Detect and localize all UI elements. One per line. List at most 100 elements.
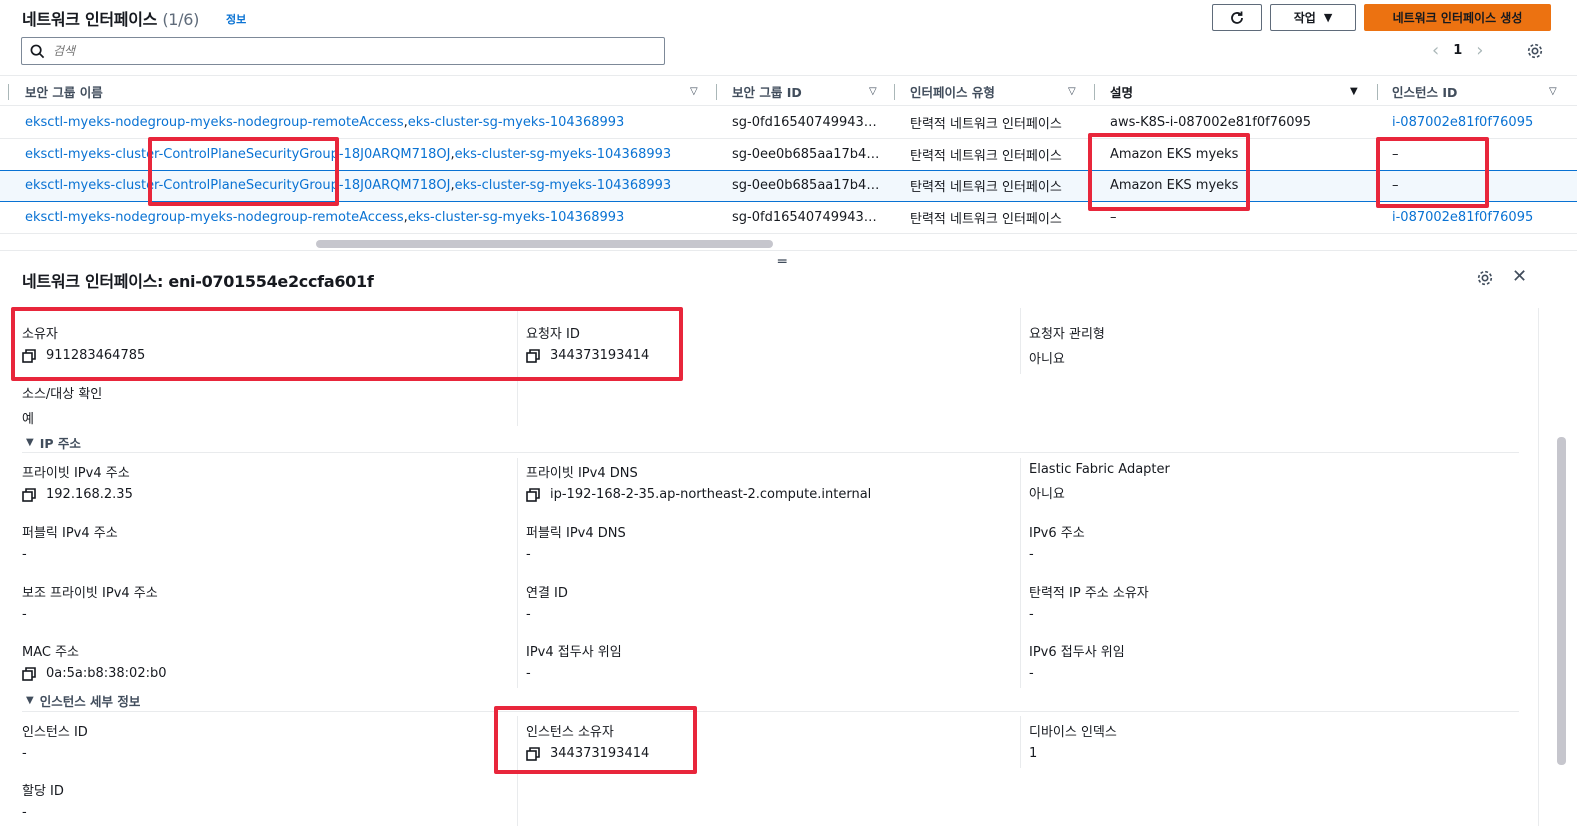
security-group-link[interactable]: eksctl-myeks-nodegroup-myeks-nodegroup-r…: [25, 210, 404, 225]
copy-icon[interactable]: [22, 487, 36, 502]
column-divider[interactable]: [894, 84, 895, 100]
field-label: 연결 ID: [526, 586, 568, 601]
gear-icon: [1527, 43, 1543, 59]
copy-icon[interactable]: [22, 666, 36, 681]
column-divider[interactable]: [1377, 84, 1378, 100]
security-group-id-cell: sg-0ee0b685aa17b4…: [732, 147, 880, 162]
page-number[interactable]: 1: [1453, 43, 1462, 58]
field-label: IPv4 접두사 위임: [526, 645, 622, 660]
column-divider[interactable]: [1094, 84, 1095, 100]
table-row[interactable]: eksctl-myeks-nodegroup-myeks-nodegroup-r…: [0, 107, 1577, 139]
security-group-names-cell: eksctl-myeks-nodegroup-myeks-nodegroup-r…: [25, 202, 624, 233]
source-dest-check-field: 소스/대상 확인 예: [22, 383, 102, 427]
security-group-link[interactable]: eks-cluster-sg-myeks-104368993: [455, 147, 672, 162]
field-label: 프라이빗 IPv4 DNS: [526, 466, 638, 481]
field-value: 192.168.2.35: [22, 487, 133, 502]
search-input[interactable]: [53, 44, 643, 58]
refresh-button[interactable]: [1212, 4, 1262, 31]
column-divider: [1020, 716, 1021, 768]
column-header-security-group-id[interactable]: 보안 그룹 ID ▽: [732, 76, 882, 106]
elastic-ip-owner-field: 탄력적 IP 주소 소유자 -: [1029, 582, 1149, 622]
field-value: 아니요: [1029, 487, 1065, 502]
field-value: -: [1029, 666, 1034, 681]
column-header-interface-type[interactable]: 인터페이스 유형 ▽: [910, 76, 1082, 106]
field-value: -: [1029, 547, 1034, 562]
ip-address-section-toggle[interactable]: ▼ IP 주소: [26, 433, 81, 452]
field-label: 요청자 관리형: [1029, 327, 1105, 342]
field-value: -: [526, 666, 531, 681]
instance-id-link[interactable]: i-087002e81f0f76095: [1392, 107, 1533, 138]
section-divider: [22, 711, 1519, 712]
vertical-scrollbar[interactable]: [1557, 437, 1566, 765]
horizontal-scrollbar[interactable]: [316, 240, 773, 248]
private-ipv4-field: 프라이빗 IPv4 주소 192.168.2.35: [22, 462, 133, 502]
pagination: ‹ 1 ›: [1432, 40, 1483, 61]
field-value: 예: [22, 412, 34, 427]
security-group-link[interactable]: eks-cluster-sg-myeks-104368993: [455, 178, 672, 193]
column-divider: [1020, 458, 1021, 688]
close-icon[interactable]: ✕: [1512, 266, 1527, 287]
ipv4-prefix-delegation-field: IPv4 접두사 위임 -: [526, 641, 622, 681]
highlight-box-owner-requester: [11, 307, 683, 381]
security-group-id-cell: sg-0fd16540749943…: [732, 115, 877, 130]
network-interfaces-table-panel: 네트워크 인터페이스 (1/6) 정보 작업 ▼ 네트워크 인터페이스 생성 ‹…: [0, 0, 1577, 250]
info-link[interactable]: 정보: [226, 11, 246, 27]
field-value: ip-192-168-2-35.ap-northeast-2.compute.i…: [526, 487, 871, 502]
device-index-field: 디바이스 인덱스 1: [1029, 721, 1117, 761]
security-group-link[interactable]: eks-cluster-sg-myeks-104368993: [408, 210, 625, 225]
column-divider: [1020, 308, 1021, 374]
column-header-instance-id[interactable]: 인스턴스 ID ▽: [1392, 76, 1562, 106]
table-preferences-button[interactable]: [1526, 42, 1544, 64]
highlight-box-instance-id: [1376, 137, 1489, 208]
sort-icon: ▽: [1068, 85, 1076, 97]
triangle-down-icon: ▼: [26, 437, 34, 448]
copy-icon[interactable]: [526, 487, 540, 502]
security-group-id-cell: sg-0ee0b685aa17b4…: [732, 178, 880, 193]
field-value: -: [1029, 607, 1034, 622]
search-bar[interactable]: [21, 37, 665, 65]
security-group-id-cell: sg-0fd16540749943…: [732, 210, 877, 225]
detail-preferences-button[interactable]: [1476, 269, 1494, 291]
create-network-interface-button[interactable]: 네트워크 인터페이스 생성: [1364, 4, 1551, 31]
field-label: 디바이스 인덱스: [1029, 725, 1117, 740]
instance-id-field: 인스턴스 ID -: [22, 721, 88, 761]
security-group-names-cell: eksctl-myeks-cluster-ControlPlaneSecurit…: [25, 139, 671, 170]
field-label: 소스/대상 확인: [22, 387, 103, 402]
column-label: 설명: [1110, 84, 1134, 100]
panel-border: [1538, 308, 1539, 826]
caret-down-icon: ▼: [1323, 11, 1333, 24]
column-label: 보안 그룹 이름: [25, 84, 103, 100]
highlight-box-security-group: [148, 137, 339, 206]
attachment-id-field: 할당 ID -: [22, 780, 64, 820]
triangle-down-icon: ▼: [26, 695, 34, 706]
column-divider[interactable]: [716, 84, 717, 100]
column-header-description[interactable]: 설명 ▼: [1110, 76, 1364, 106]
chevron-right-icon[interactable]: ›: [1476, 40, 1483, 61]
section-divider: [22, 452, 1519, 453]
interface-type-cell: 탄력적 네트워크 인터페이스: [910, 212, 1062, 227]
field-label: Elastic Fabric Adapter: [1029, 462, 1170, 477]
security-group-link[interactable]: eks-cluster-sg-myeks-104368993: [408, 115, 625, 130]
table-row[interactable]: eksctl-myeks-nodegroup-myeks-nodegroup-r…: [0, 202, 1577, 234]
instance-details-section-toggle[interactable]: ▼ 인스턴스 세부 정보: [26, 691, 140, 710]
field-label: MAC 주소: [22, 645, 80, 660]
drag-handle-icon[interactable]: ═: [778, 254, 786, 270]
sort-icon: ▼: [1350, 85, 1358, 97]
interface-type-cell: 탄력적 네트워크 인터페이스: [910, 117, 1062, 132]
efa-field: Elastic Fabric Adapter 아니요: [1029, 462, 1170, 502]
section-label: 인스턴스 세부 정보: [39, 694, 141, 709]
actions-dropdown-button[interactable]: 작업 ▼: [1270, 4, 1356, 31]
field-label: IPv6 접두사 위임: [1029, 645, 1125, 660]
security-group-link[interactable]: eksctl-myeks-nodegroup-myeks-nodegroup-r…: [25, 115, 404, 130]
field-label: 퍼블릭 IPv4 주소: [22, 526, 118, 541]
detail-panel-title: 네트워크 인터페이스: eni-0701554e2ccfa601f: [22, 272, 374, 291]
field-label: 퍼블릭 IPv4 DNS: [526, 526, 626, 541]
column-header-security-group-name[interactable]: 보안 그룹 이름 ▽: [25, 76, 705, 106]
section-label: IP 주소: [39, 436, 81, 451]
field-value: -: [526, 547, 531, 562]
field-value: 1: [1029, 746, 1038, 761]
highlight-box-description: [1088, 133, 1250, 211]
column-label: 보안 그룹 ID: [732, 84, 802, 100]
chevron-left-icon[interactable]: ‹: [1432, 40, 1439, 61]
page-title: 네트워크 인터페이스 (1/6): [22, 6, 199, 30]
